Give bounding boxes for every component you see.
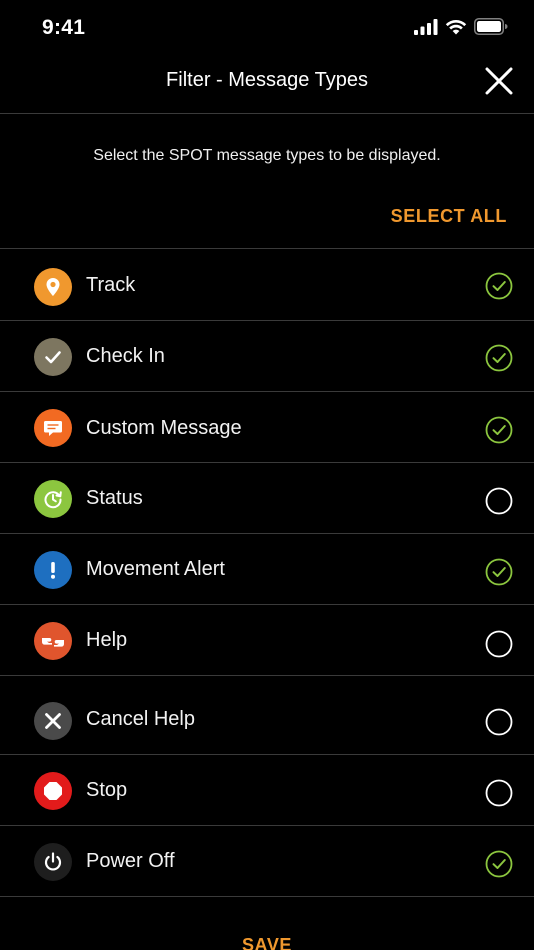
unchecked-circle-icon[interactable] — [485, 708, 513, 736]
list-item-label: Movement Alert — [86, 558, 225, 580]
list-item-help[interactable]: Help — [0, 605, 534, 676]
message-type-list: Track Check In Custom Message Status Mov… — [0, 249, 534, 897]
x-icon — [34, 702, 72, 740]
checked-circle-icon[interactable] — [485, 416, 513, 444]
unchecked-circle-icon[interactable] — [485, 487, 513, 515]
list-item-power-off[interactable]: Power Off — [0, 826, 534, 897]
status-icons — [414, 18, 508, 35]
location-pin-icon — [34, 268, 72, 306]
hands-icon — [34, 622, 72, 660]
select-all-button[interactable]: SELECT ALL — [391, 206, 507, 227]
stop-octagon-icon — [34, 772, 72, 810]
list-item-label: Track — [86, 274, 136, 296]
page-title: Filter - Message Types — [166, 69, 368, 91]
checkmark-icon — [34, 338, 72, 376]
checked-circle-icon[interactable] — [485, 272, 513, 300]
list-item-label: Custom Message — [86, 417, 242, 439]
intro-section: Select the SPOT message types to be disp… — [0, 114, 534, 249]
list-item-movement-alert[interactable]: Movement Alert — [0, 534, 534, 605]
exclamation-icon — [34, 551, 72, 589]
save-button[interactable]: SAVE — [0, 935, 534, 950]
close-button[interactable] — [484, 66, 514, 96]
status-bar: 9:41 — [0, 0, 534, 56]
list-item-label: Stop — [86, 779, 128, 801]
battery-icon — [474, 18, 508, 35]
status-time: 9:41 — [42, 16, 86, 39]
close-icon — [485, 67, 513, 95]
unchecked-circle-icon[interactable] — [485, 779, 513, 807]
cellular-signal-icon — [414, 18, 438, 35]
list-item-label: Status — [86, 487, 143, 509]
list-item-label: Power Off — [86, 850, 175, 872]
list-item-custom-message[interactable]: Custom Message — [0, 392, 534, 463]
list-item-check-in[interactable]: Check In — [0, 321, 534, 392]
nav-bar: Filter - Message Types — [0, 56, 534, 114]
list-item-track[interactable]: Track — [0, 249, 534, 321]
unchecked-circle-icon[interactable] — [485, 630, 513, 658]
checked-circle-icon[interactable] — [485, 850, 513, 878]
list-item-label: Cancel Help — [86, 708, 195, 730]
chat-bubble-icon — [34, 409, 72, 447]
checked-circle-icon[interactable] — [485, 558, 513, 586]
clock-refresh-icon — [34, 480, 72, 518]
list-item-stop[interactable]: Stop — [0, 755, 534, 826]
list-item-status[interactable]: Status — [0, 463, 534, 534]
list-item-label: Check In — [86, 345, 165, 367]
list-item-cancel-help[interactable]: Cancel Help — [0, 676, 534, 755]
power-icon — [34, 843, 72, 881]
list-item-label: Help — [86, 629, 128, 651]
wifi-icon — [445, 19, 467, 34]
checked-circle-icon[interactable] — [485, 344, 513, 372]
instruction-text: Select the SPOT message types to be disp… — [93, 147, 441, 164]
